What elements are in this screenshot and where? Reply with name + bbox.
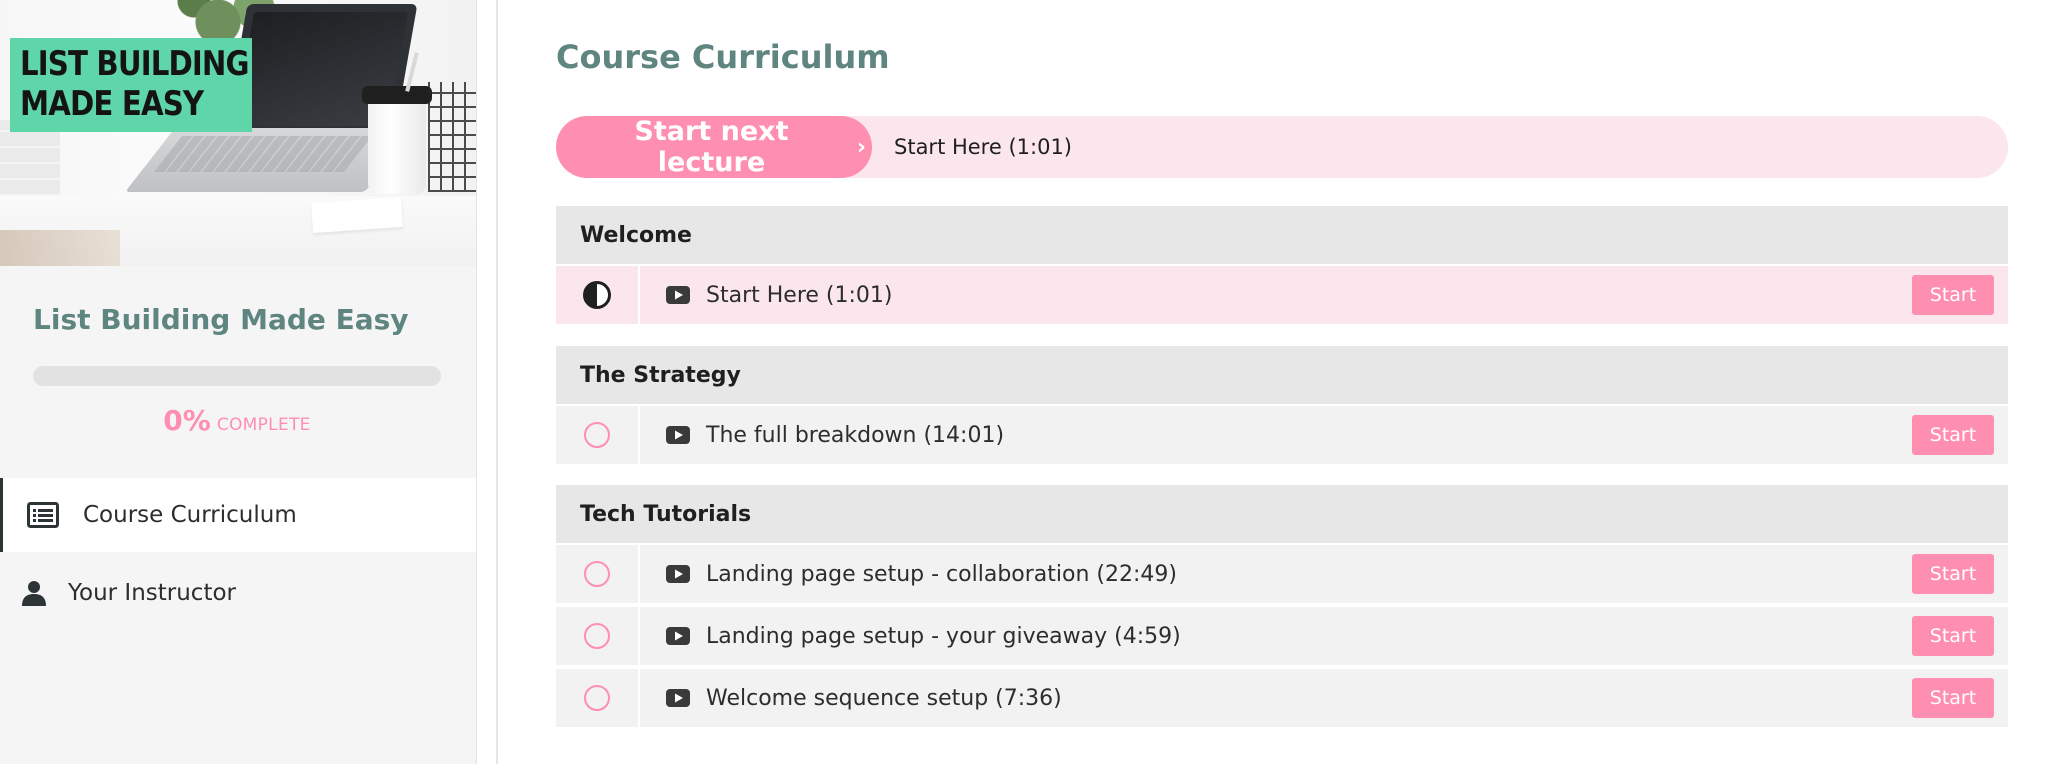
start-button[interactable]: Start [1912, 554, 1994, 594]
circle-icon [584, 422, 610, 448]
lecture-row[interactable]: Landing page setup - your giveaway (4:59… [556, 605, 2008, 665]
lecture-row[interactable]: The full breakdown (14:01) Start [556, 404, 2008, 464]
lecture-row[interactable]: Landing page setup - collaboration (22:4… [556, 543, 2008, 603]
section-title: The Strategy [580, 362, 741, 388]
lecture-row[interactable]: Start Here (1:01) Start [556, 264, 2008, 324]
sidebar: LIST BUILDING MADE EASY List Building Ma… [0, 0, 477, 764]
video-icon [666, 286, 690, 304]
nav-course-curriculum[interactable]: Course Curriculum [0, 478, 476, 552]
start-next-lecture-label: Start next lecture [634, 116, 789, 178]
image-cup-lid [362, 86, 432, 104]
lecture-status [556, 266, 640, 324]
chevron-right-icon: › [856, 134, 866, 160]
user-icon [0, 580, 68, 606]
sidebar-divider [496, 0, 498, 764]
progress-percent: 0% [163, 404, 211, 437]
course-logo-badge: LIST BUILDING MADE EASY [10, 38, 252, 132]
lecture-status [556, 607, 640, 665]
next-lecture-bar: Start next lecture › Start Here (1:01) [556, 116, 2008, 178]
section-header-tech-tutorials: Tech Tutorials [556, 485, 2008, 543]
progress-label: 0% COMPLETE [33, 404, 441, 437]
lecture-status [556, 669, 640, 727]
course-logo-line-1: LIST BUILDING [20, 44, 250, 84]
start-button[interactable]: Start [1912, 678, 1994, 718]
nav-your-instructor[interactable]: Your Instructor [0, 556, 476, 630]
course-image: LIST BUILDING MADE EASY [0, 0, 476, 266]
circle-icon [584, 623, 610, 649]
circle-icon [584, 685, 610, 711]
video-icon [666, 565, 690, 583]
list-icon [3, 502, 83, 528]
page-title: Course Curriculum [556, 38, 890, 76]
section-title: Tech Tutorials [580, 501, 752, 527]
image-cup [368, 96, 426, 194]
lecture-row[interactable]: Welcome sequence setup (7:36) Start [556, 667, 2008, 727]
progress-complete-label: COMPLETE [216, 415, 311, 435]
section-header-the-strategy: The Strategy [556, 346, 2008, 404]
image-floor [0, 230, 120, 266]
lecture-status [556, 545, 640, 603]
start-button[interactable]: Start [1912, 415, 1994, 455]
section-title: Welcome [580, 222, 692, 248]
start-button[interactable]: Start [1912, 616, 1994, 656]
circle-icon [584, 561, 610, 587]
video-icon [666, 426, 690, 444]
lecture-title: Welcome sequence setup (7:36) [706, 685, 1062, 711]
lecture-title: Landing page setup - collaboration (22:4… [706, 561, 1177, 587]
progress-bar [33, 366, 441, 386]
lecture-title: Start Here (1:01) [706, 282, 893, 308]
course-logo-line-2: MADE EASY [20, 84, 204, 124]
section-header-welcome: Welcome [556, 206, 2008, 264]
image-basket [428, 82, 476, 192]
course-title: List Building Made Easy [33, 303, 409, 336]
nav-course-curriculum-label: Course Curriculum [83, 502, 297, 528]
lecture-status [556, 406, 640, 464]
image-paper [311, 196, 403, 234]
half-circle-icon [583, 281, 611, 309]
nav-your-instructor-label: Your Instructor [68, 580, 236, 606]
next-lecture-title[interactable]: Start Here (1:01) [894, 116, 1072, 178]
lecture-title: The full breakdown (14:01) [706, 422, 1005, 448]
start-button[interactable]: Start [1912, 275, 1994, 315]
video-icon [666, 689, 690, 707]
start-next-lecture-button[interactable]: Start next lecture › [556, 116, 872, 178]
lecture-title: Landing page setup - your giveaway (4:59… [706, 623, 1181, 649]
image-keyboard [153, 136, 373, 172]
video-icon [666, 627, 690, 645]
